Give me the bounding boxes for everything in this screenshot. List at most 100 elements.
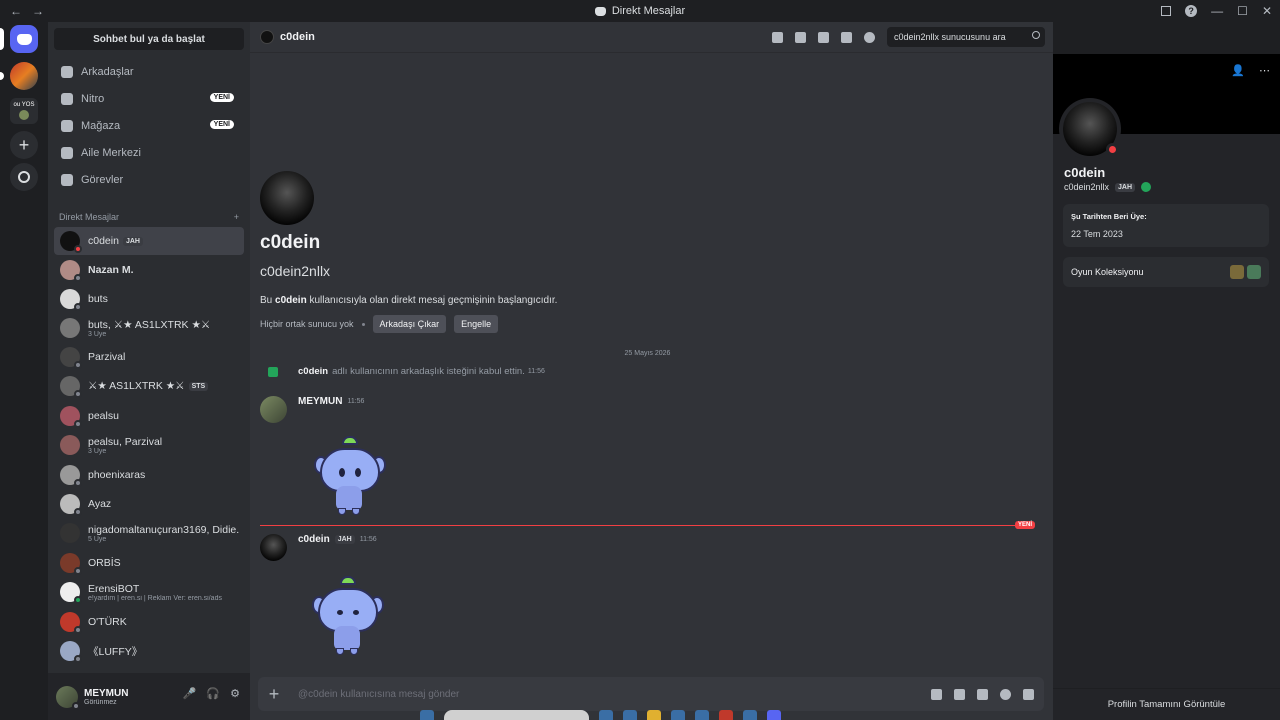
app-icon[interactable] <box>599 710 613 720</box>
dm-item[interactable]: Ayaz <box>54 490 244 518</box>
dm-item[interactable]: ⚔★ AS1LXTRK ★⚔ STS <box>54 372 244 400</box>
user-profile-icon[interactable] <box>864 31 875 43</box>
sticker-icon[interactable] <box>977 688 988 700</box>
profile-username: c0dein2nllx <box>1064 182 1110 192</box>
voice-call-icon[interactable] <box>772 31 783 43</box>
dm-item[interactable]: Parzival <box>54 343 244 371</box>
sticker-leg <box>350 648 358 655</box>
home-button[interactable] <box>10 25 38 53</box>
remove-friend-button[interactable]: Arkadaşı Çıkar <box>372 315 447 333</box>
dm-item[interactable]: Nazan M. <box>54 256 244 284</box>
profile-display-name: c0dein <box>1064 165 1106 180</box>
add-friend-icon[interactable]: 👤 <box>1231 64 1245 77</box>
message-input[interactable]: @c0dein kullanıcısına mesaj gönder <box>298 689 931 700</box>
dm-item[interactable]: c0dein JAH <box>54 227 244 255</box>
status-offline-icon <box>74 479 82 487</box>
nav-friends[interactable]: Arkadaşlar <box>54 60 244 84</box>
inbox-icon[interactable] <box>1161 6 1172 16</box>
create-dm-button[interactable]: + <box>234 212 239 222</box>
back-arrow-icon[interactable]: ← <box>10 4 22 18</box>
wumpus-sticker[interactable] <box>308 432 392 516</box>
gear-icon[interactable]: ⚙ <box>230 687 240 700</box>
sticker-eye <box>353 610 359 615</box>
maximize-button[interactable]: ☐ <box>1237 4 1248 18</box>
dm-item[interactable]: buts, ⚔★ AS1LXTRK ★⚔ 3 Üye <box>54 314 244 342</box>
pin-icon[interactable] <box>818 31 829 43</box>
member-count: 3 Üye <box>88 447 107 455</box>
forward-arrow-icon[interactable]: → <box>32 4 44 18</box>
gift-icon[interactable] <box>931 688 942 700</box>
more-options-icon[interactable]: ⋯ <box>1259 64 1270 77</box>
dm-item[interactable]: nigadomaltanuçuran3169, Didie... 5 Üye <box>54 519 244 547</box>
add-server-button[interactable]: + <box>10 131 38 159</box>
separator-dot <box>361 322 365 326</box>
block-button[interactable]: Engelle <box>454 315 499 333</box>
discord-taskbar-icon[interactable] <box>767 710 781 720</box>
apps-icon[interactable] <box>1023 688 1034 700</box>
add-friends-to-dm-icon[interactable] <box>841 31 852 43</box>
group-avatar <box>60 523 80 543</box>
gif-icon[interactable] <box>954 688 965 700</box>
search-input[interactable]: c0dein2nllx sunucusunu ara <box>887 27 1045 47</box>
emoji-icon[interactable] <box>1000 688 1011 700</box>
avatar <box>60 406 82 428</box>
minimize-button[interactable]: — <box>1211 4 1223 18</box>
dm-name: Ayaz <box>88 498 112 510</box>
taskbar-search[interactable] <box>444 710 589 720</box>
dm-item[interactable]: buts <box>54 285 244 313</box>
video-call-icon[interactable] <box>795 31 806 43</box>
system-message-name[interactable]: c0dein <box>298 366 328 377</box>
headphones-icon[interactable]: 🎧 <box>206 687 220 700</box>
find-conversation-button[interactable]: Sohbet bul ya da başlat <box>54 28 244 50</box>
nav-family-center[interactable]: Aile Merkezi <box>54 141 244 165</box>
sticker-body <box>336 486 362 510</box>
dm-item[interactable]: pealsu, Parzival 3 Üye <box>54 431 244 459</box>
app-icon[interactable] <box>743 710 757 720</box>
message-composer: + @c0dein kullanıcısına mesaj gönder <box>258 677 1044 711</box>
plus-icon[interactable]: + <box>266 684 282 704</box>
dm-name: 《LUFFY》 <box>88 645 143 658</box>
bot-status-text: e!yardım | eren.si | Reklam Ver: eren.si… <box>88 594 222 602</box>
folder-icon[interactable] <box>647 710 661 720</box>
wumpus-sticker[interactable] <box>306 572 390 656</box>
discord-logo-icon <box>594 6 606 16</box>
nav-quests[interactable]: Görevler <box>54 168 244 192</box>
server-folder[interactable]: ou YOS <box>10 98 38 124</box>
nav-nitro[interactable]: Nitro YENİ <box>54 87 244 111</box>
member-count: 5 Üye <box>88 535 107 543</box>
dm-item[interactable]: 《LUFFY》 <box>54 637 244 665</box>
badge-icon <box>1141 182 1152 192</box>
game-collection-card[interactable]: Oyun Koleksiyonu <box>1063 257 1269 287</box>
dm-item[interactable]: pealsu <box>54 402 244 430</box>
avatar[interactable] <box>260 396 287 423</box>
dm-item[interactable]: ORBİS <box>54 549 244 577</box>
avatar[interactable] <box>260 534 287 561</box>
start-icon[interactable] <box>420 710 434 720</box>
status-offline-icon <box>74 567 82 575</box>
group-avatar <box>60 435 80 455</box>
author-name[interactable]: MEYMUN <box>298 396 342 407</box>
discover-button[interactable] <box>10 163 38 191</box>
avatar <box>260 30 274 44</box>
microphone-icon[interactable]: 🎤 <box>183 687 197 700</box>
app-icon[interactable] <box>719 710 733 720</box>
app-icon[interactable] <box>671 710 685 720</box>
view-full-profile-button[interactable]: Profilin Tamamını Görüntüle <box>1053 688 1280 720</box>
sticker-leg <box>338 508 346 515</box>
dm-item[interactable]: ErensiBOT e!yardım | eren.si | Reklam Ver… <box>54 578 244 606</box>
dm-item[interactable]: phoenixaras <box>54 461 244 489</box>
author-name[interactable]: c0dein <box>298 534 330 545</box>
app-icon[interactable] <box>695 710 709 720</box>
status-dnd-icon <box>74 245 82 253</box>
avatar <box>60 612 82 634</box>
nav-shop[interactable]: Mağaza YENİ <box>54 114 244 138</box>
avatar[interactable] <box>56 685 80 710</box>
game-icon <box>1230 265 1244 279</box>
dm-item[interactable]: O'TÜRK <box>54 608 244 636</box>
close-button[interactable]: ✕ <box>1262 4 1272 18</box>
profile-panel: 👤 ⋯ c0dein c0dein2nllx JAH Şu Tarihten B… <box>1053 54 1280 720</box>
help-icon[interactable]: ? <box>1185 5 1198 17</box>
status-offline-icon <box>74 508 82 516</box>
app-icon[interactable] <box>623 710 637 720</box>
server-icon[interactable] <box>10 62 38 90</box>
